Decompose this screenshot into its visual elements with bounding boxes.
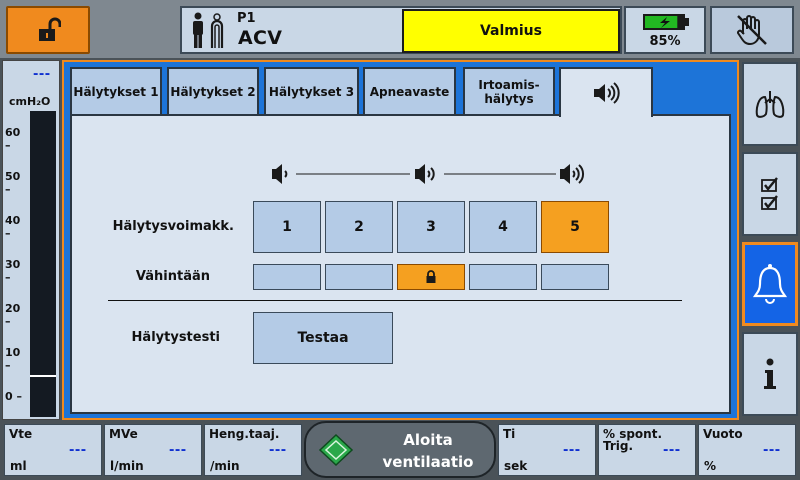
readout-label: Heng.taaj.	[209, 427, 280, 441]
volume-level-label: 4	[498, 219, 508, 235]
tab-label: Hälytykset 1	[73, 85, 159, 99]
status-indicator: Valmius	[402, 9, 620, 53]
volume-scale	[272, 164, 585, 184]
tab-disconnection-alarm[interactable]: Irtoamis- hälytys	[463, 67, 555, 115]
pressure-panel: --- cmH₂O 60 – 50 – 40 – 30 – 20 – 10 – 0 –	[2, 60, 60, 420]
volume-level-label: 2	[354, 219, 364, 235]
readout-value: ---	[563, 443, 581, 458]
start-ventilation-button[interactable]: Aloita ventilaatio	[304, 421, 496, 478]
volume-level-1-button[interactable]: 1	[253, 201, 321, 253]
start-ventilation-label: Aloita ventilaatio	[382, 431, 474, 471]
volume-level-label: 5	[570, 219, 580, 235]
readout-unit: %	[704, 459, 717, 473]
padlock-icon	[426, 270, 436, 283]
alarm-test-button-label: Testaa	[297, 330, 349, 346]
pressure-unit: cmH₂O	[9, 95, 51, 108]
readout-value: ---	[763, 443, 781, 458]
nav-info-button[interactable]	[742, 332, 798, 416]
tab-label: Apneavaste	[369, 85, 450, 99]
screen-lock-button[interactable]	[6, 6, 90, 54]
battery-status: 85%	[624, 6, 706, 54]
alarm-bell-icon	[752, 264, 788, 304]
speaker-volume-icon	[594, 82, 620, 104]
readout-vte: Vte ml ---	[4, 424, 102, 476]
minimum-level-5	[541, 264, 609, 290]
adult-patient-icon	[193, 12, 224, 48]
readout-unit: sek	[504, 459, 528, 473]
tab-alarms-1[interactable]: Hälytykset 1	[70, 67, 162, 115]
nav-ventilation-button[interactable]	[742, 62, 798, 146]
tab-alarms-2[interactable]: Hälytykset 2	[167, 67, 259, 115]
info-icon	[764, 358, 776, 389]
start-diamond-icon	[318, 433, 354, 467]
speaker-medium-icon	[415, 164, 435, 184]
minimum-level-3	[397, 264, 465, 290]
tab-alarms-3[interactable]: Hälytykset 3	[264, 67, 359, 115]
divider	[108, 300, 682, 301]
ventilation-mode: ACV	[238, 27, 283, 49]
volume-level-label: 1	[282, 219, 292, 235]
volume-level-2-button[interactable]: 2	[325, 201, 393, 253]
readout-value: ---	[269, 443, 287, 458]
readout-leak: Vuoto % ---	[698, 424, 796, 476]
readout-label: Vte	[9, 427, 33, 441]
speaker-low-icon	[272, 164, 288, 184]
readout-label: % spont. Trig.	[603, 427, 663, 453]
pressure-bar	[30, 111, 56, 417]
checklist-icon	[761, 177, 778, 210]
minimum-level-1	[253, 264, 321, 290]
patient-id: P1	[237, 11, 256, 26]
minimum-label: Vähintään	[135, 269, 210, 284]
readout-unit: ml	[10, 459, 27, 473]
tab-label: Hälytykset 3	[268, 85, 355, 99]
readout-mve: MVe l/min ---	[104, 424, 202, 476]
alarm-test-button[interactable]: Testaa	[253, 312, 393, 364]
pressure-value: ---	[33, 67, 51, 82]
nav-checklist-button[interactable]	[742, 152, 798, 236]
volume-level-label: 3	[426, 219, 436, 235]
readout-label: Ti	[503, 427, 516, 441]
nav-alarms-button[interactable]	[742, 242, 798, 326]
battery-percent: 85%	[649, 34, 681, 49]
alarm-volume-label: Hälytysvoimakk.	[112, 219, 234, 234]
readout-ti: Ti sek ---	[498, 424, 596, 476]
battery-charging-icon	[643, 14, 689, 30]
readout-resp-rate: Heng.taaj. /min ---	[204, 424, 302, 476]
pressure-tick-label: 50 –	[5, 170, 21, 196]
readout-value: ---	[169, 443, 187, 458]
unlocked-padlock-icon	[39, 17, 61, 41]
minimum-level-4	[469, 264, 537, 290]
tab-label: Hälytykset 2	[170, 85, 256, 99]
pressure-tick-label: 60 –	[5, 126, 21, 152]
pressure-tick-label: 0 –	[5, 390, 22, 403]
pressure-tick-label: 40 –	[5, 214, 21, 240]
readout-value: ---	[663, 443, 681, 458]
readout-unit: /min	[210, 459, 240, 473]
volume-level-4-button[interactable]: 4	[469, 201, 537, 253]
pressure-marker	[30, 375, 56, 377]
pressure-tick-label: 20 –	[5, 302, 21, 328]
alarm-test-label: Hälytystesti	[131, 330, 220, 345]
tab-label: Irtoamis- hälytys	[478, 78, 540, 106]
readout-spont-trig: % spont. Trig. ---	[598, 424, 696, 476]
tab-volume[interactable]	[559, 67, 653, 117]
volume-level-3-button[interactable]: 3	[397, 201, 465, 253]
readout-unit: l/min	[110, 459, 144, 473]
volume-level-5-button[interactable]: 5	[541, 201, 609, 253]
tab-apnea[interactable]: Apneavaste	[363, 67, 456, 115]
pressure-tick-label: 30 –	[5, 258, 21, 284]
readout-label: MVe	[109, 427, 138, 441]
status-panel: P1 ACV Valmius	[180, 6, 622, 54]
alarm-silence-hand-icon	[737, 15, 767, 45]
minimum-level-2	[325, 264, 393, 290]
readout-value: ---	[69, 443, 87, 458]
pressure-tick-label: 10 –	[5, 346, 21, 372]
lungs-icon	[755, 91, 785, 118]
speaker-high-icon	[560, 164, 585, 184]
alarm-silence-button[interactable]	[710, 6, 794, 54]
readout-label: Vuoto	[703, 427, 743, 441]
